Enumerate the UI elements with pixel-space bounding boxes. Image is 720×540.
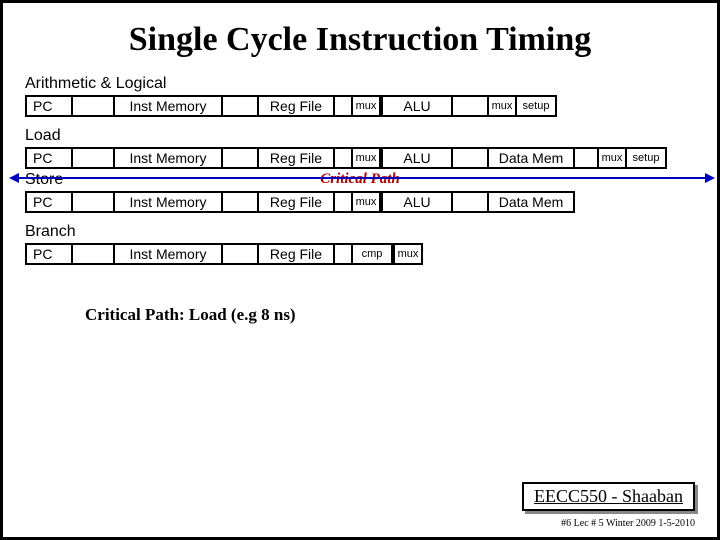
stage-gap xyxy=(73,147,113,169)
stage-pc: PC xyxy=(25,243,73,265)
stage-gap xyxy=(453,147,487,169)
stage-gap xyxy=(73,191,113,213)
stage-dmem: Data Mem xyxy=(487,191,575,213)
stage-regfile: Reg File xyxy=(257,147,335,169)
stage-mux: mux xyxy=(351,147,381,169)
stage-alu: ALU xyxy=(381,95,453,117)
critical-path-arrow xyxy=(17,177,707,179)
footer-course: EECC550 - Shaaban xyxy=(534,486,683,506)
stage-gap xyxy=(453,95,487,117)
stage-mux: mux xyxy=(351,95,381,117)
stage-gap xyxy=(335,95,351,117)
row-load: PC Inst Memory Reg File mux ALU Data Mem… xyxy=(25,147,695,169)
stage-gap xyxy=(335,147,351,169)
section-label-branch: Branch xyxy=(25,223,695,241)
stage-imem: Inst Memory xyxy=(113,95,223,117)
section-label-arith: Arithmetic & Logical xyxy=(25,75,695,93)
footer-box: EECC550 - Shaaban xyxy=(522,482,695,511)
stage-regfile: Reg File xyxy=(257,191,335,213)
row-branch: PC Inst Memory Reg File cmp mux xyxy=(25,243,695,265)
critical-path-note: Critical Path: Load (e.g 8 ns) xyxy=(85,305,695,325)
stage-dmem: Data Mem xyxy=(487,147,575,169)
stage-gap xyxy=(73,243,113,265)
stage-alu: ALU xyxy=(381,147,453,169)
stage-mux: mux xyxy=(597,147,627,169)
stage-regfile: Reg File xyxy=(257,95,335,117)
stage-imem: Inst Memory xyxy=(113,243,223,265)
stage-gap xyxy=(223,147,257,169)
stage-setup: setup xyxy=(517,95,557,117)
section-label-load: Load xyxy=(25,127,695,145)
stage-imem: Inst Memory xyxy=(113,191,223,213)
stage-regfile: Reg File xyxy=(257,243,335,265)
footer-sub: #6 Lec # 5 Winter 2009 1-5-2010 xyxy=(561,518,695,529)
stage-imem: Inst Memory xyxy=(113,147,223,169)
row-store: PC Inst Memory Reg File mux ALU Data Mem xyxy=(25,191,695,213)
stage-gap xyxy=(73,95,113,117)
stage-alu: ALU xyxy=(381,191,453,213)
stage-pc: PC xyxy=(25,95,73,117)
slide-title: Single Cycle Instruction Timing xyxy=(25,21,695,59)
stage-mux: mux xyxy=(487,95,517,117)
stage-gap xyxy=(453,191,487,213)
stage-mux: mux xyxy=(351,191,381,213)
row-arith: PC Inst Memory Reg File mux ALU mux setu… xyxy=(25,95,695,117)
stage-pc: PC xyxy=(25,147,73,169)
stage-mux: mux xyxy=(393,243,423,265)
stage-setup: setup xyxy=(627,147,667,169)
stage-pc: PC xyxy=(25,191,73,213)
stage-gap xyxy=(335,243,351,265)
stage-gap xyxy=(335,191,351,213)
slide-frame: Single Cycle Instruction Timing Arithmet… xyxy=(0,0,720,540)
stage-gap xyxy=(223,243,257,265)
stage-gap xyxy=(575,147,597,169)
stage-gap xyxy=(223,95,257,117)
stage-cmp: cmp xyxy=(351,243,393,265)
stage-gap xyxy=(223,191,257,213)
